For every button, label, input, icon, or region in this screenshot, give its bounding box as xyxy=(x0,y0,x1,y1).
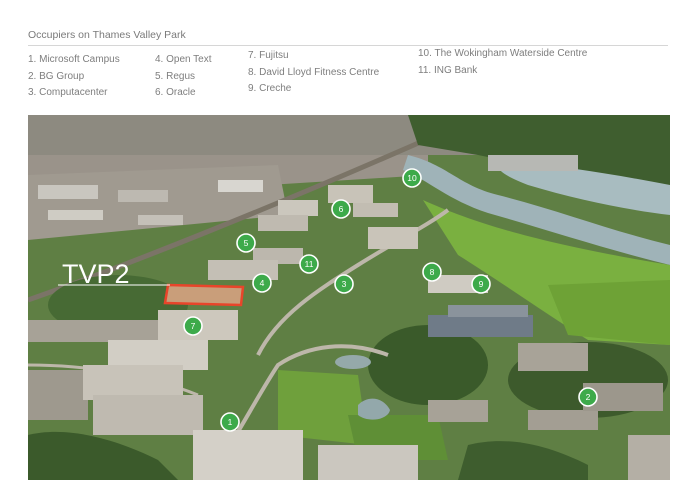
svg-text:4: 4 xyxy=(260,278,265,288)
marker-10[interactable]: 10 xyxy=(402,168,422,188)
car-park xyxy=(28,320,178,342)
marina xyxy=(488,155,578,171)
occupier-entry: 6. Oracle xyxy=(155,87,196,98)
occupier-column-3: 7. Fujitsu 8. David Lloyd Fitness Centre… xyxy=(248,48,379,98)
marker-5[interactable]: 5 xyxy=(236,233,256,253)
svg-text:2: 2 xyxy=(586,392,591,402)
svg-text:7: 7 xyxy=(191,321,196,331)
marker-1[interactable]: 1 xyxy=(220,412,240,432)
marker-4[interactable]: 4 xyxy=(252,273,272,293)
marker-7[interactable]: 7 xyxy=(183,316,203,336)
marker-6[interactable]: 6 xyxy=(331,199,351,219)
occupier-entry: 5. Regus xyxy=(155,70,196,82)
building xyxy=(328,185,373,203)
occupier-entry: 10. The Wokingham Waterside Centre xyxy=(418,48,588,59)
microsoft-campus-building xyxy=(193,430,303,480)
marker-8[interactable]: 8 xyxy=(422,262,442,282)
page-heading: Occupiers on Thames Valley Park xyxy=(28,29,186,41)
marker-11[interactable]: 11 xyxy=(299,254,319,274)
occupier-entry: 8. David Lloyd Fitness Centre xyxy=(248,66,380,78)
occupier-column-1: 1. Microsoft Campus 2. BG Group 3. Compu… xyxy=(28,52,120,102)
svg-text:6: 6 xyxy=(339,204,344,214)
tvp2-label: TVP2 xyxy=(62,259,130,289)
marker-2[interactable]: 2 xyxy=(578,387,598,407)
svg-text:3: 3 xyxy=(342,279,347,289)
aerial-site-map: TVP2 1 2 3 4 5 6 7 8 9 10 11 xyxy=(28,115,670,480)
svg-text:8: 8 xyxy=(430,267,435,277)
svg-text:1: 1 xyxy=(228,417,233,427)
tvp2-site-outline xyxy=(163,283,245,307)
occupier-entry: 1. Microsoft Campus xyxy=(28,54,120,65)
marker-3[interactable]: 3 xyxy=(334,274,354,294)
svg-text:11: 11 xyxy=(305,259,314,269)
occupier-entry: 7. Fujitsu xyxy=(248,50,289,61)
occupier-entry: 11. ING Bank xyxy=(418,64,478,76)
occupier-entry: 4. Open Text xyxy=(155,54,212,65)
glass-office xyxy=(428,315,533,337)
pond xyxy=(335,355,371,369)
marker-9[interactable]: 9 xyxy=(471,274,491,294)
occupier-entry: 9. Creche xyxy=(248,83,292,94)
occupier-column-4: 10. The Wokingham Waterside Centre 11. I… xyxy=(418,46,587,79)
occupier-column-2: 4. Open Text 5. Regus 6. Oracle xyxy=(155,52,212,102)
svg-text:9: 9 xyxy=(479,279,484,289)
aerial-photo: TVP2 1 2 3 4 5 6 7 8 9 10 11 xyxy=(28,115,670,480)
occupier-entry: 3. Computacenter xyxy=(28,87,108,98)
svg-text:10: 10 xyxy=(407,173,417,183)
svg-text:5: 5 xyxy=(244,238,249,248)
occupier-entry: 2. BG Group xyxy=(28,70,85,82)
